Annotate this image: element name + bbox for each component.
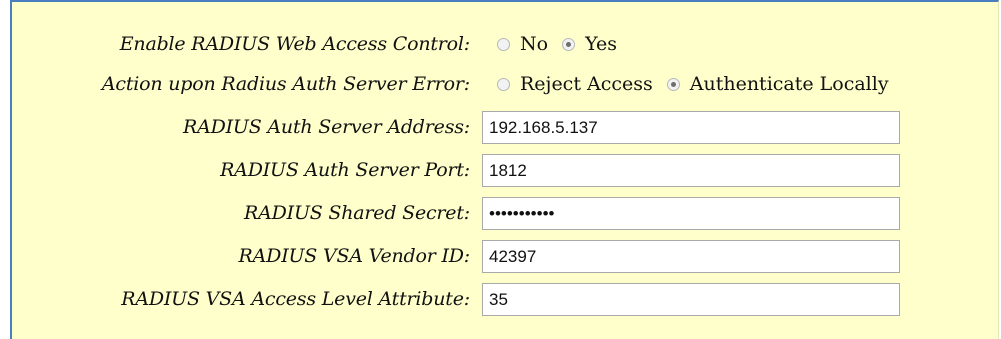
- shared-secret-input[interactable]: [482, 197, 900, 230]
- enable-web-access-yes-radio[interactable]: Yes: [562, 33, 617, 55]
- enable-web-access-label: Enable RADIUS Web Access Control:: [119, 33, 470, 55]
- auth-server-error-label: Action upon Radius Auth Server Error:: [101, 73, 470, 95]
- server-port-label: RADIUS Auth Server Port:: [220, 159, 470, 181]
- enable-web-access-yes-label: Yes: [585, 33, 617, 55]
- server-port-input[interactable]: [482, 154, 900, 187]
- shared-secret-label: RADIUS Shared Secret:: [243, 202, 470, 224]
- enable-web-access-row: Enable RADIUS Web Access Control: No Yes: [12, 26, 1001, 62]
- server-port-row: RADIUS Auth Server Port:: [12, 152, 1001, 188]
- radio-unchecked-icon[interactable]: [497, 77, 510, 91]
- vsa-vendor-id-input[interactable]: [482, 240, 900, 273]
- authenticate-locally-label: Authenticate Locally: [689, 73, 889, 95]
- server-address-input[interactable]: [482, 111, 900, 144]
- authenticate-locally-radio[interactable]: Authenticate Locally: [666, 73, 889, 95]
- radius-settings-panel: Enable RADIUS Web Access Control: No Yes…: [10, 0, 999, 339]
- radio-checked-icon[interactable]: [666, 77, 680, 91]
- reject-access-radio[interactable]: Reject Access: [497, 73, 653, 95]
- radio-checked-icon[interactable]: [562, 37, 576, 51]
- radio-unchecked-icon[interactable]: [497, 37, 510, 51]
- vsa-access-level-row: RADIUS VSA Access Level Attribute:: [12, 281, 1001, 317]
- enable-web-access-no-radio[interactable]: No: [497, 33, 548, 55]
- auth-server-error-row: Action upon Radius Auth Server Error: Re…: [12, 66, 1001, 102]
- server-address-label: RADIUS Auth Server Address:: [182, 116, 470, 138]
- reject-access-label: Reject Access: [520, 73, 653, 95]
- enable-web-access-no-label: No: [520, 33, 549, 55]
- vsa-access-level-input[interactable]: [482, 283, 900, 316]
- vsa-vendor-id-row: RADIUS VSA Vendor ID:: [12, 238, 1001, 274]
- auth-server-error-radio-group: Reject Access Authenticate Locally: [497, 66, 903, 102]
- shared-secret-row: RADIUS Shared Secret:: [12, 195, 1001, 231]
- vsa-access-level-label: RADIUS VSA Access Level Attribute:: [121, 288, 470, 310]
- enable-web-access-radio-group: No Yes: [497, 26, 631, 62]
- vsa-vendor-id-label: RADIUS VSA Vendor ID:: [238, 245, 471, 267]
- server-address-row: RADIUS Auth Server Address:: [12, 109, 1001, 145]
